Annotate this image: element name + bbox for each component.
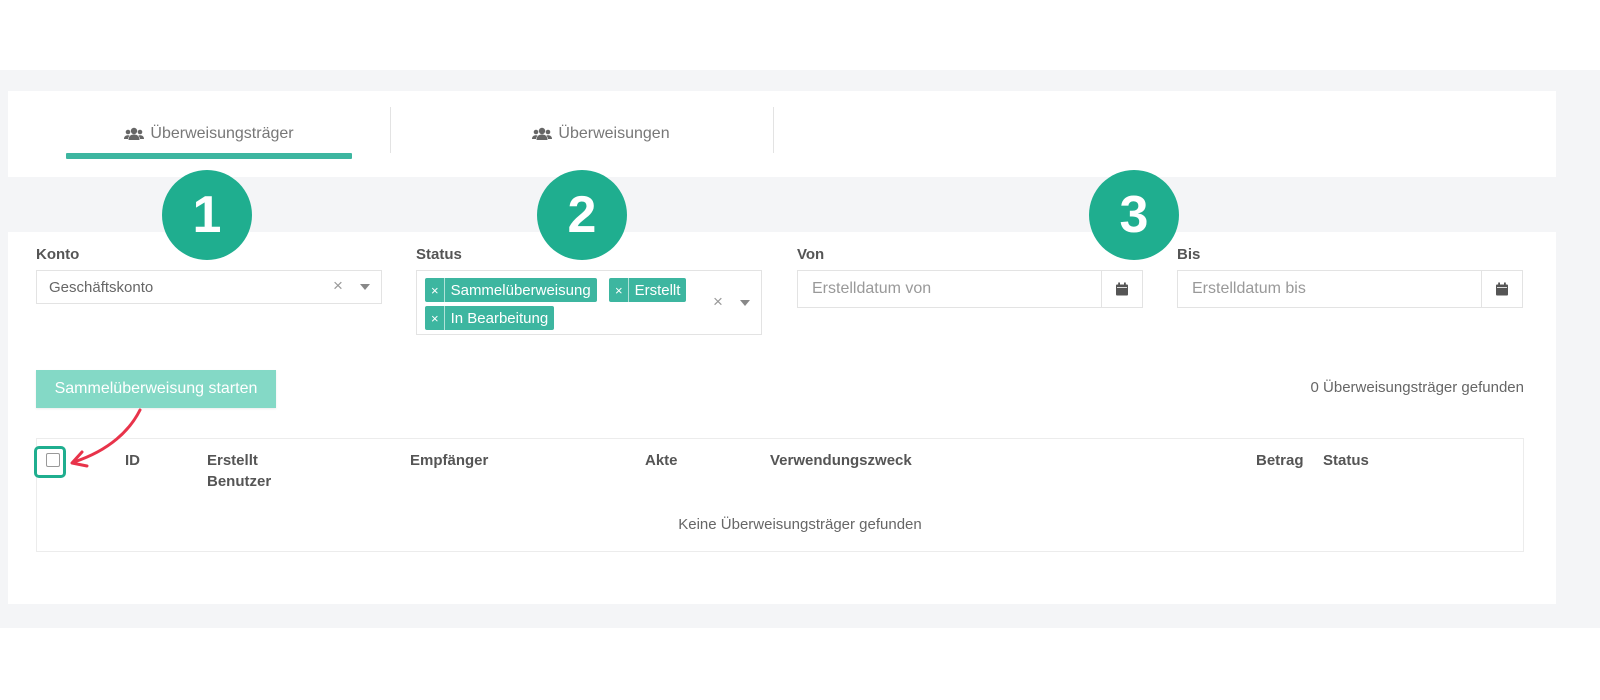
chevron-down-icon[interactable] xyxy=(360,284,370,290)
column-header-betrag[interactable]: Betrag xyxy=(1256,450,1304,471)
tab-ueberweisungen[interactable]: Überweisungen xyxy=(448,91,754,177)
tab-ueberweisungstraeger[interactable]: Überweisungsträger xyxy=(66,91,352,177)
active-tab-indicator xyxy=(66,153,352,159)
calendar-icon xyxy=(1496,282,1508,296)
column-header-verwendungszweck[interactable]: Verwendungszweck xyxy=(770,450,912,471)
column-header-erstellt[interactable]: Erstellt xyxy=(207,450,258,471)
status-chip-in-bearbeitung: × In Bearbeitung xyxy=(425,306,555,330)
status-chip-sammelueberweisung: × Sammelüberweisung xyxy=(425,278,597,302)
clear-icon[interactable]: × xyxy=(713,292,723,312)
users-icon xyxy=(532,127,553,141)
step-badge-2: 2 xyxy=(537,170,627,260)
tab-label: Überweisungsträger xyxy=(150,125,294,142)
von-label: Von xyxy=(797,246,825,263)
remove-chip-icon[interactable]: × xyxy=(425,306,445,330)
column-header-status[interactable]: Status xyxy=(1323,450,1369,471)
tabs-card: Überweisungsträger Überweisungen xyxy=(8,91,1556,177)
calendar-icon xyxy=(1116,282,1128,296)
remove-chip-icon[interactable]: × xyxy=(425,278,445,302)
step-badge-3: 3 xyxy=(1089,170,1179,260)
status-label: Status xyxy=(416,246,462,263)
status-multiselect[interactable]: × Sammelüberweisung × Erstellt × In Bear… xyxy=(416,270,762,335)
date-from-input[interactable] xyxy=(797,270,1102,308)
calendar-button[interactable] xyxy=(1481,270,1523,308)
column-header-benutzer[interactable]: Benutzer xyxy=(207,471,271,492)
bis-label: Bis xyxy=(1177,246,1201,263)
tab-divider xyxy=(773,107,774,153)
results-count: 0 Überweisungsträger gefunden xyxy=(1310,379,1524,396)
status-chip-erstellt: × Erstellt xyxy=(609,278,687,302)
remove-chip-icon[interactable]: × xyxy=(609,278,629,302)
clear-icon[interactable]: × xyxy=(333,276,343,296)
tab-divider xyxy=(390,107,391,153)
step-badge-1: 1 xyxy=(162,170,252,260)
konto-value: Geschäftskonto xyxy=(49,279,154,296)
chevron-down-icon[interactable] xyxy=(740,300,750,306)
empty-table-message: Keine Überweisungsträger gefunden xyxy=(678,516,922,533)
konto-select[interactable]: Geschäftskonto × xyxy=(36,270,382,304)
select-all-checkbox[interactable] xyxy=(46,453,60,467)
users-icon xyxy=(124,127,145,141)
tab-label: Überweisungen xyxy=(558,125,670,142)
column-header-empfaenger[interactable]: Empfänger xyxy=(410,450,488,471)
calendar-button[interactable] xyxy=(1101,270,1143,308)
annotation-arrow-icon xyxy=(70,408,142,468)
column-header-akte[interactable]: Akte xyxy=(645,450,678,471)
konto-label: Konto xyxy=(36,246,80,263)
date-to-input[interactable] xyxy=(1177,270,1482,308)
